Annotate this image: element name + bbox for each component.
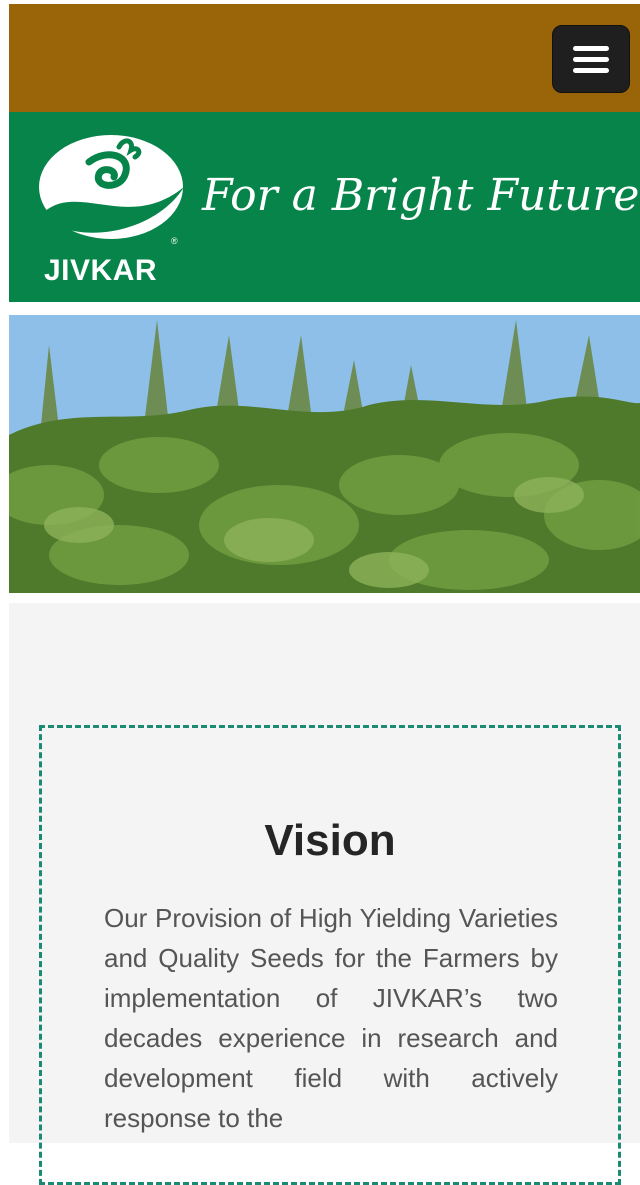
castor-plants-illustration	[9, 315, 640, 593]
hamburger-menu-icon	[573, 45, 609, 51]
vision-text: Our Provision of High Yielding Varieties…	[104, 903, 558, 1133]
vision-card: Vision Our Provision of High Yielding Va…	[39, 725, 621, 1185]
vision-section: Vision Our Provision of High Yielding Va…	[9, 603, 640, 1185]
top-bar	[9, 4, 640, 112]
brand-tagline: For a Bright Future	[202, 170, 640, 221]
jivkar-logo[interactable]: JIVKAR ®	[39, 132, 189, 287]
brand-banner: JIVKAR ® For a Bright Future	[9, 112, 640, 302]
menu-toggle-button[interactable]	[552, 25, 630, 93]
registered-mark: ®	[171, 236, 178, 246]
page: JIVKAR ® For a Bright Future Vision Our …	[9, 4, 640, 1185]
logo-wordmark: JIVKAR	[44, 254, 158, 287]
vision-title: Vision	[264, 816, 396, 865]
logo-emblem-icon	[39, 135, 184, 239]
hero-image	[9, 315, 640, 593]
